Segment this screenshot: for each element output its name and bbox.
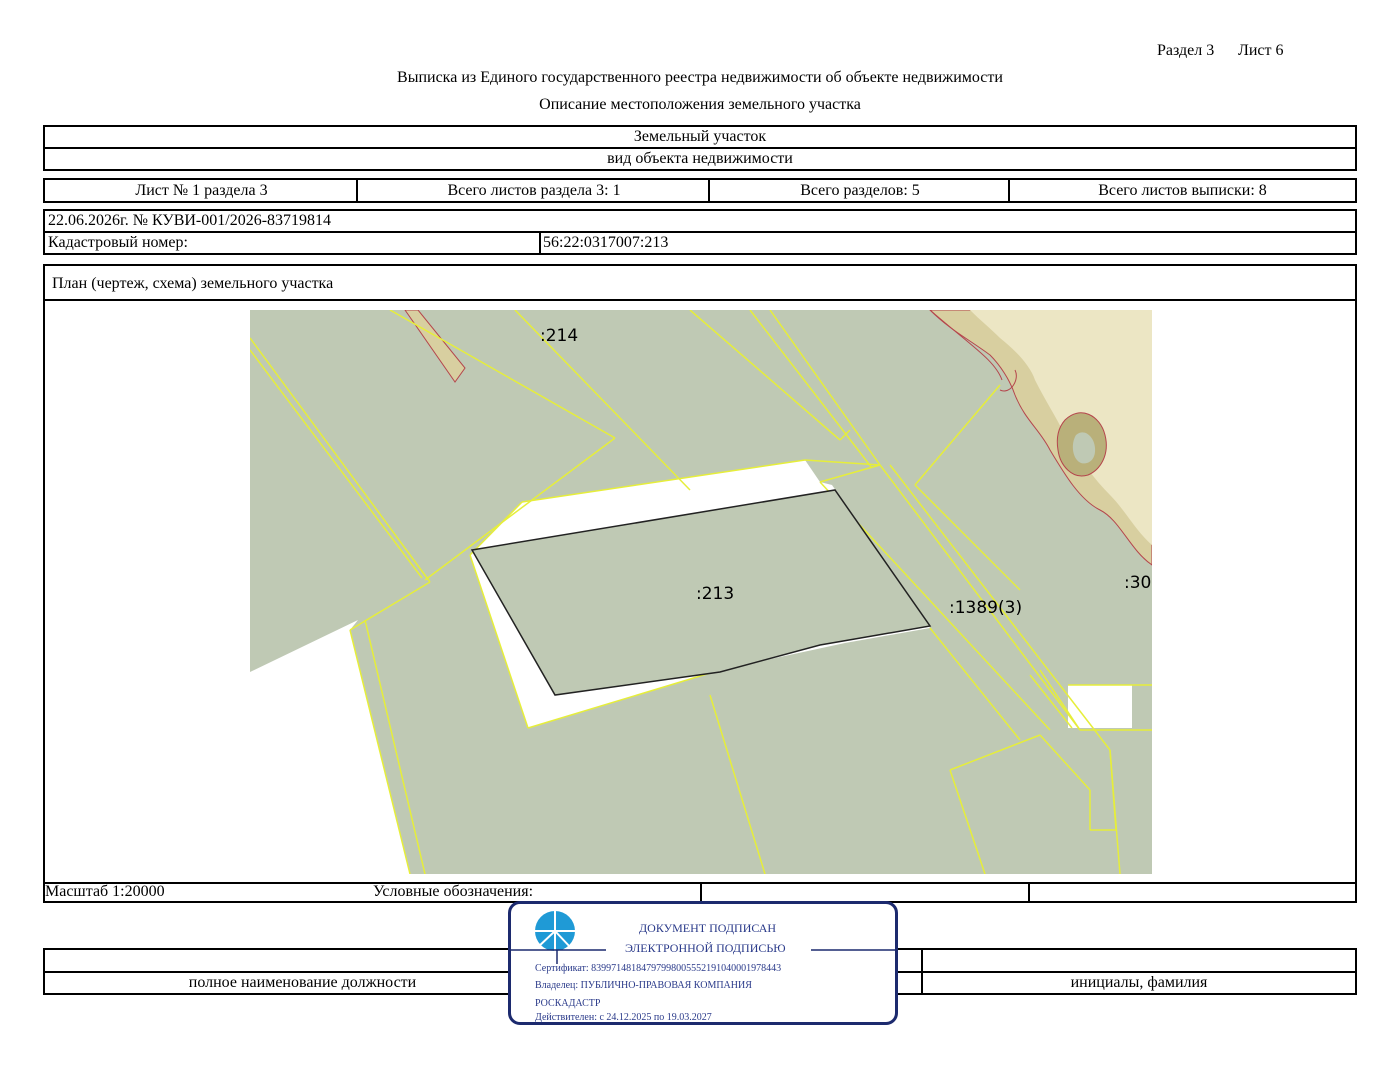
- divider: [700, 882, 702, 901]
- stamp-line2: ЭЛЕКТРОННОЙ ПОДПИСЬЮ: [625, 941, 786, 955]
- stamp-certificate: Сертификат: 8399714818479799800555219104…: [535, 963, 782, 974]
- cadastral-number: 56:22:0317007:213: [543, 234, 669, 251]
- plan-title: План (чертеж, схема) земельного участка: [52, 275, 334, 292]
- unregistered-land: [1068, 685, 1132, 728]
- object-type-caption-row: вид объекта недвижимости: [43, 147, 1357, 171]
- sheet-info-row: Лист № 1 раздела 3 Всего листов раздела …: [43, 178, 1357, 203]
- object-type-row: Земельный участок: [43, 125, 1357, 149]
- stamp-owner-name: РОСКАДАСТР: [535, 998, 601, 1009]
- cadastral-map: :214 :213 :1389(3) :30: [250, 310, 1152, 874]
- electronic-signature-stamp: ДОКУМЕНТ ПОДПИСАН ЭЛЕКТРОННОЙ ПОДПИСЬЮ С…: [508, 901, 898, 1025]
- stamp-line1: ДОКУМЕНТ ПОДПИСАН: [639, 921, 777, 935]
- legend-label: Условные обозначения:: [373, 882, 534, 900]
- position-caption: полное наименование должности: [188, 974, 417, 991]
- record-row: 22.06.2026г. № КУВИ-001/2026-83719814: [43, 209, 1357, 233]
- parcel-214-label: :214: [540, 326, 578, 346]
- legend-row: Масштаб 1:20000 Условные обозначения:: [43, 882, 1357, 903]
- name-caption: инициалы, фамилия: [1070, 974, 1208, 991]
- parcel-30-label: :30: [1124, 573, 1151, 593]
- total-extract-sheets: Всего листов выписки: 8: [1098, 181, 1267, 199]
- object-type: Земельный участок: [633, 128, 767, 145]
- total-section-sheets: Всего листов раздела 3: 1: [447, 181, 621, 199]
- stamp-owner: Владелец: ПУБЛИЧНО-ПРАВОВАЯ КОМПАНИЯ: [535, 980, 752, 991]
- date-number: 22.06.2026г. № КУВИ-001/2026-83719814: [48, 212, 332, 229]
- sheet-number: Лист 6: [1238, 42, 1284, 59]
- scale-label: Масштаб 1:20000: [45, 882, 165, 900]
- plan-title-divider: [43, 299, 1357, 301]
- parcel-1389-label: :1389(3): [949, 598, 1022, 618]
- divider: [921, 950, 923, 971]
- stamp-validity: Действителен: с 24.12.2025 по 19.03.2027: [535, 1012, 712, 1023]
- cadastral-row: Кадастровый номер: 56:22:0317007:213: [43, 231, 1357, 255]
- document-subtitle: Описание местоположения земельного участ…: [539, 96, 861, 113]
- object-type-caption: вид объекта недвижимости: [607, 150, 793, 167]
- total-sections: Всего разделов: 5: [800, 181, 920, 199]
- parcel-213-label: :213: [696, 584, 734, 604]
- divider: [1028, 882, 1030, 901]
- divider: [539, 233, 541, 253]
- document-title: Выписка из Единого государственного реес…: [397, 69, 1003, 86]
- sheet-no: Лист № 1 раздела 3: [135, 181, 268, 199]
- section-number: Раздел 3: [1157, 42, 1215, 59]
- cadastral-label: Кадастровый номер:: [48, 234, 188, 251]
